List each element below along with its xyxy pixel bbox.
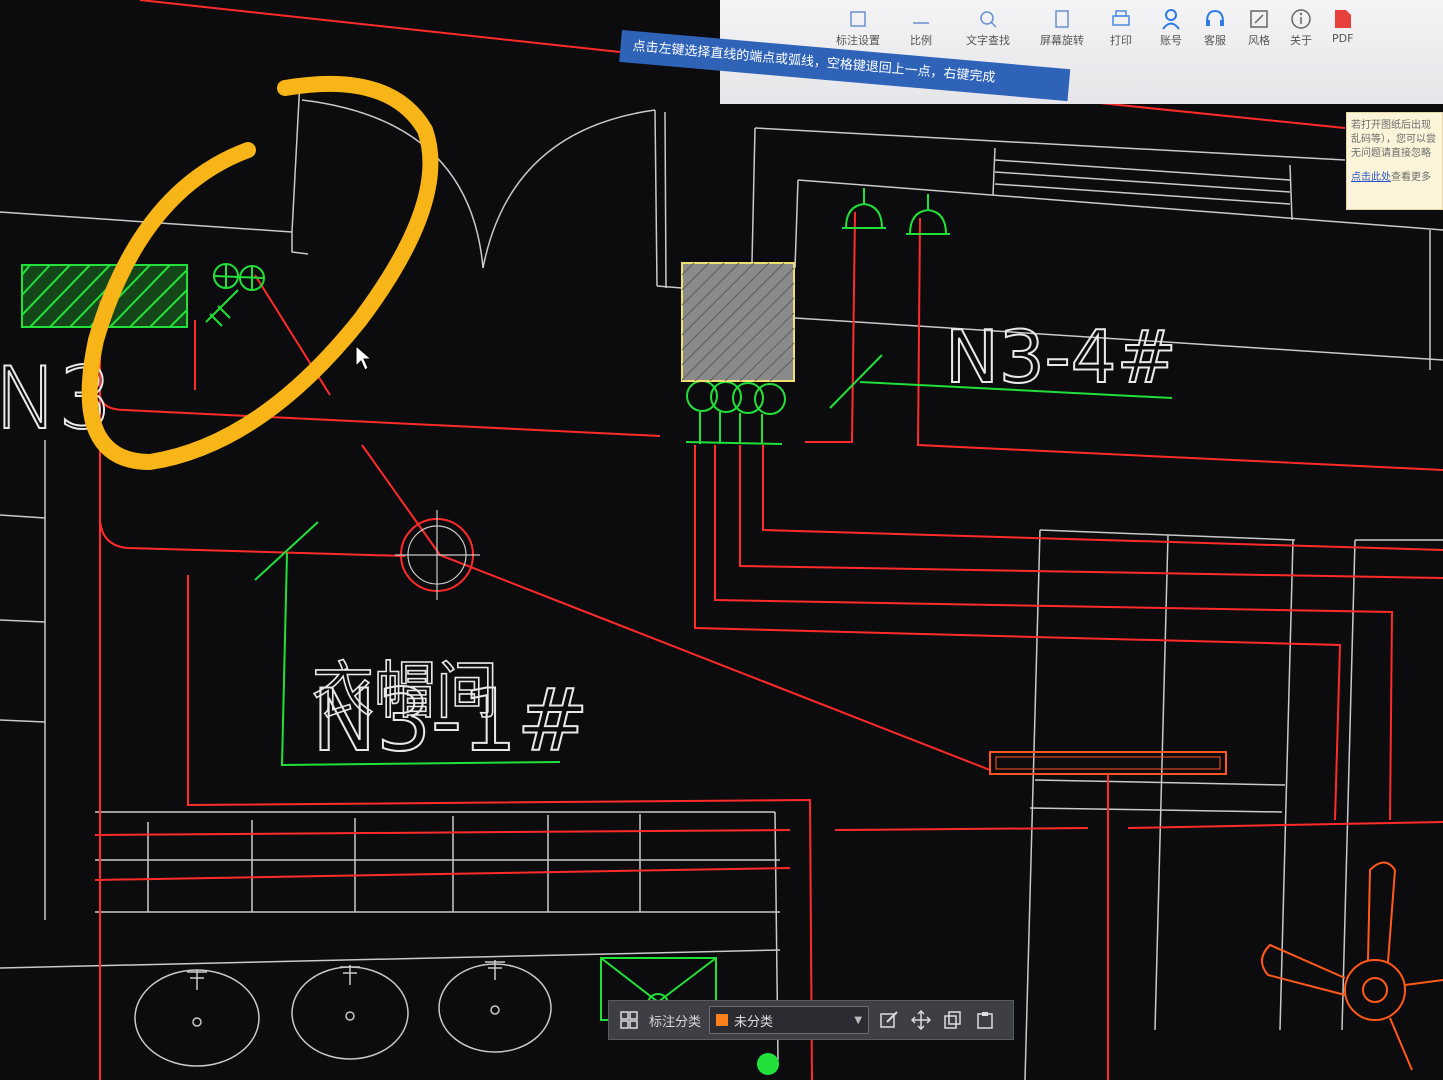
chevron-down-icon: ▼ bbox=[854, 1014, 863, 1026]
toolbar-annotation-settings[interactable]: 标注设置 bbox=[836, 6, 880, 48]
account-icon bbox=[1160, 6, 1182, 32]
category-color-swatch bbox=[716, 1014, 729, 1026]
room-4-code-label: N3-4# bbox=[945, 315, 1177, 399]
notice-line-3: 无问题请直接忽略 bbox=[1351, 148, 1431, 159]
notice-line-2: 乱码等），您可以尝 bbox=[1351, 134, 1436, 145]
paste-icon[interactable] bbox=[973, 1008, 997, 1032]
annotation-category-label: 标注分类 bbox=[649, 1014, 702, 1030]
headset-icon bbox=[1204, 6, 1226, 32]
annotation-settings-icon bbox=[848, 6, 868, 32]
notice-more-link[interactable]: 点击此处 bbox=[1351, 172, 1391, 183]
annotation-category-select[interactable]: 未分类 ▼ bbox=[709, 1006, 870, 1034]
toolbar-print[interactable]: 打印 bbox=[1110, 6, 1132, 48]
toolbar-style[interactable]: 风格 bbox=[1248, 6, 1270, 48]
toolbar-account[interactable]: 账号 bbox=[1160, 6, 1182, 48]
room-1-code-label: N3-1# bbox=[312, 671, 589, 771]
screen-rotate-icon bbox=[1052, 6, 1072, 32]
cad-drawing-canvas[interactable]: N3 衣帽间 N3-1# N3-4# bbox=[0, 0, 1443, 1080]
style-icon bbox=[1248, 6, 1270, 32]
toolbar-about[interactable]: 关于 bbox=[1290, 6, 1312, 48]
printer-icon bbox=[1110, 6, 1132, 32]
toolbar-pdf[interactable]: PDF bbox=[1332, 6, 1353, 45]
move-icon[interactable] bbox=[909, 1008, 933, 1032]
toolbar-screen-rotate[interactable]: 屏幕旋转 bbox=[1040, 6, 1084, 48]
toolbar-text-search[interactable]: 文字查找 bbox=[966, 6, 1010, 48]
category-selected-value: 未分类 bbox=[734, 1014, 774, 1030]
pdf-icon bbox=[1333, 6, 1353, 32]
toolbar-scale[interactable]: 比例 bbox=[910, 6, 932, 48]
notice-link-suffix: 查看更多 bbox=[1391, 172, 1431, 183]
copy-icon[interactable] bbox=[941, 1008, 965, 1032]
text-search-icon bbox=[978, 6, 998, 32]
notice-line-1: 若打开图纸后出现 bbox=[1351, 120, 1431, 131]
notice-panel: 若打开图纸后出现 乱码等），您可以尝 无问题请直接忽略 点击此处查看更多 bbox=[1346, 112, 1443, 210]
info-icon bbox=[1290, 6, 1312, 32]
edit-icon[interactable] bbox=[877, 1008, 901, 1032]
grid-icon[interactable] bbox=[617, 1008, 641, 1032]
toolbar-customer-service[interactable]: 客服 bbox=[1204, 6, 1226, 48]
scale-icon bbox=[911, 6, 931, 32]
annotation-category-bar: 标注分类 未分类 ▼ bbox=[608, 1000, 1014, 1040]
